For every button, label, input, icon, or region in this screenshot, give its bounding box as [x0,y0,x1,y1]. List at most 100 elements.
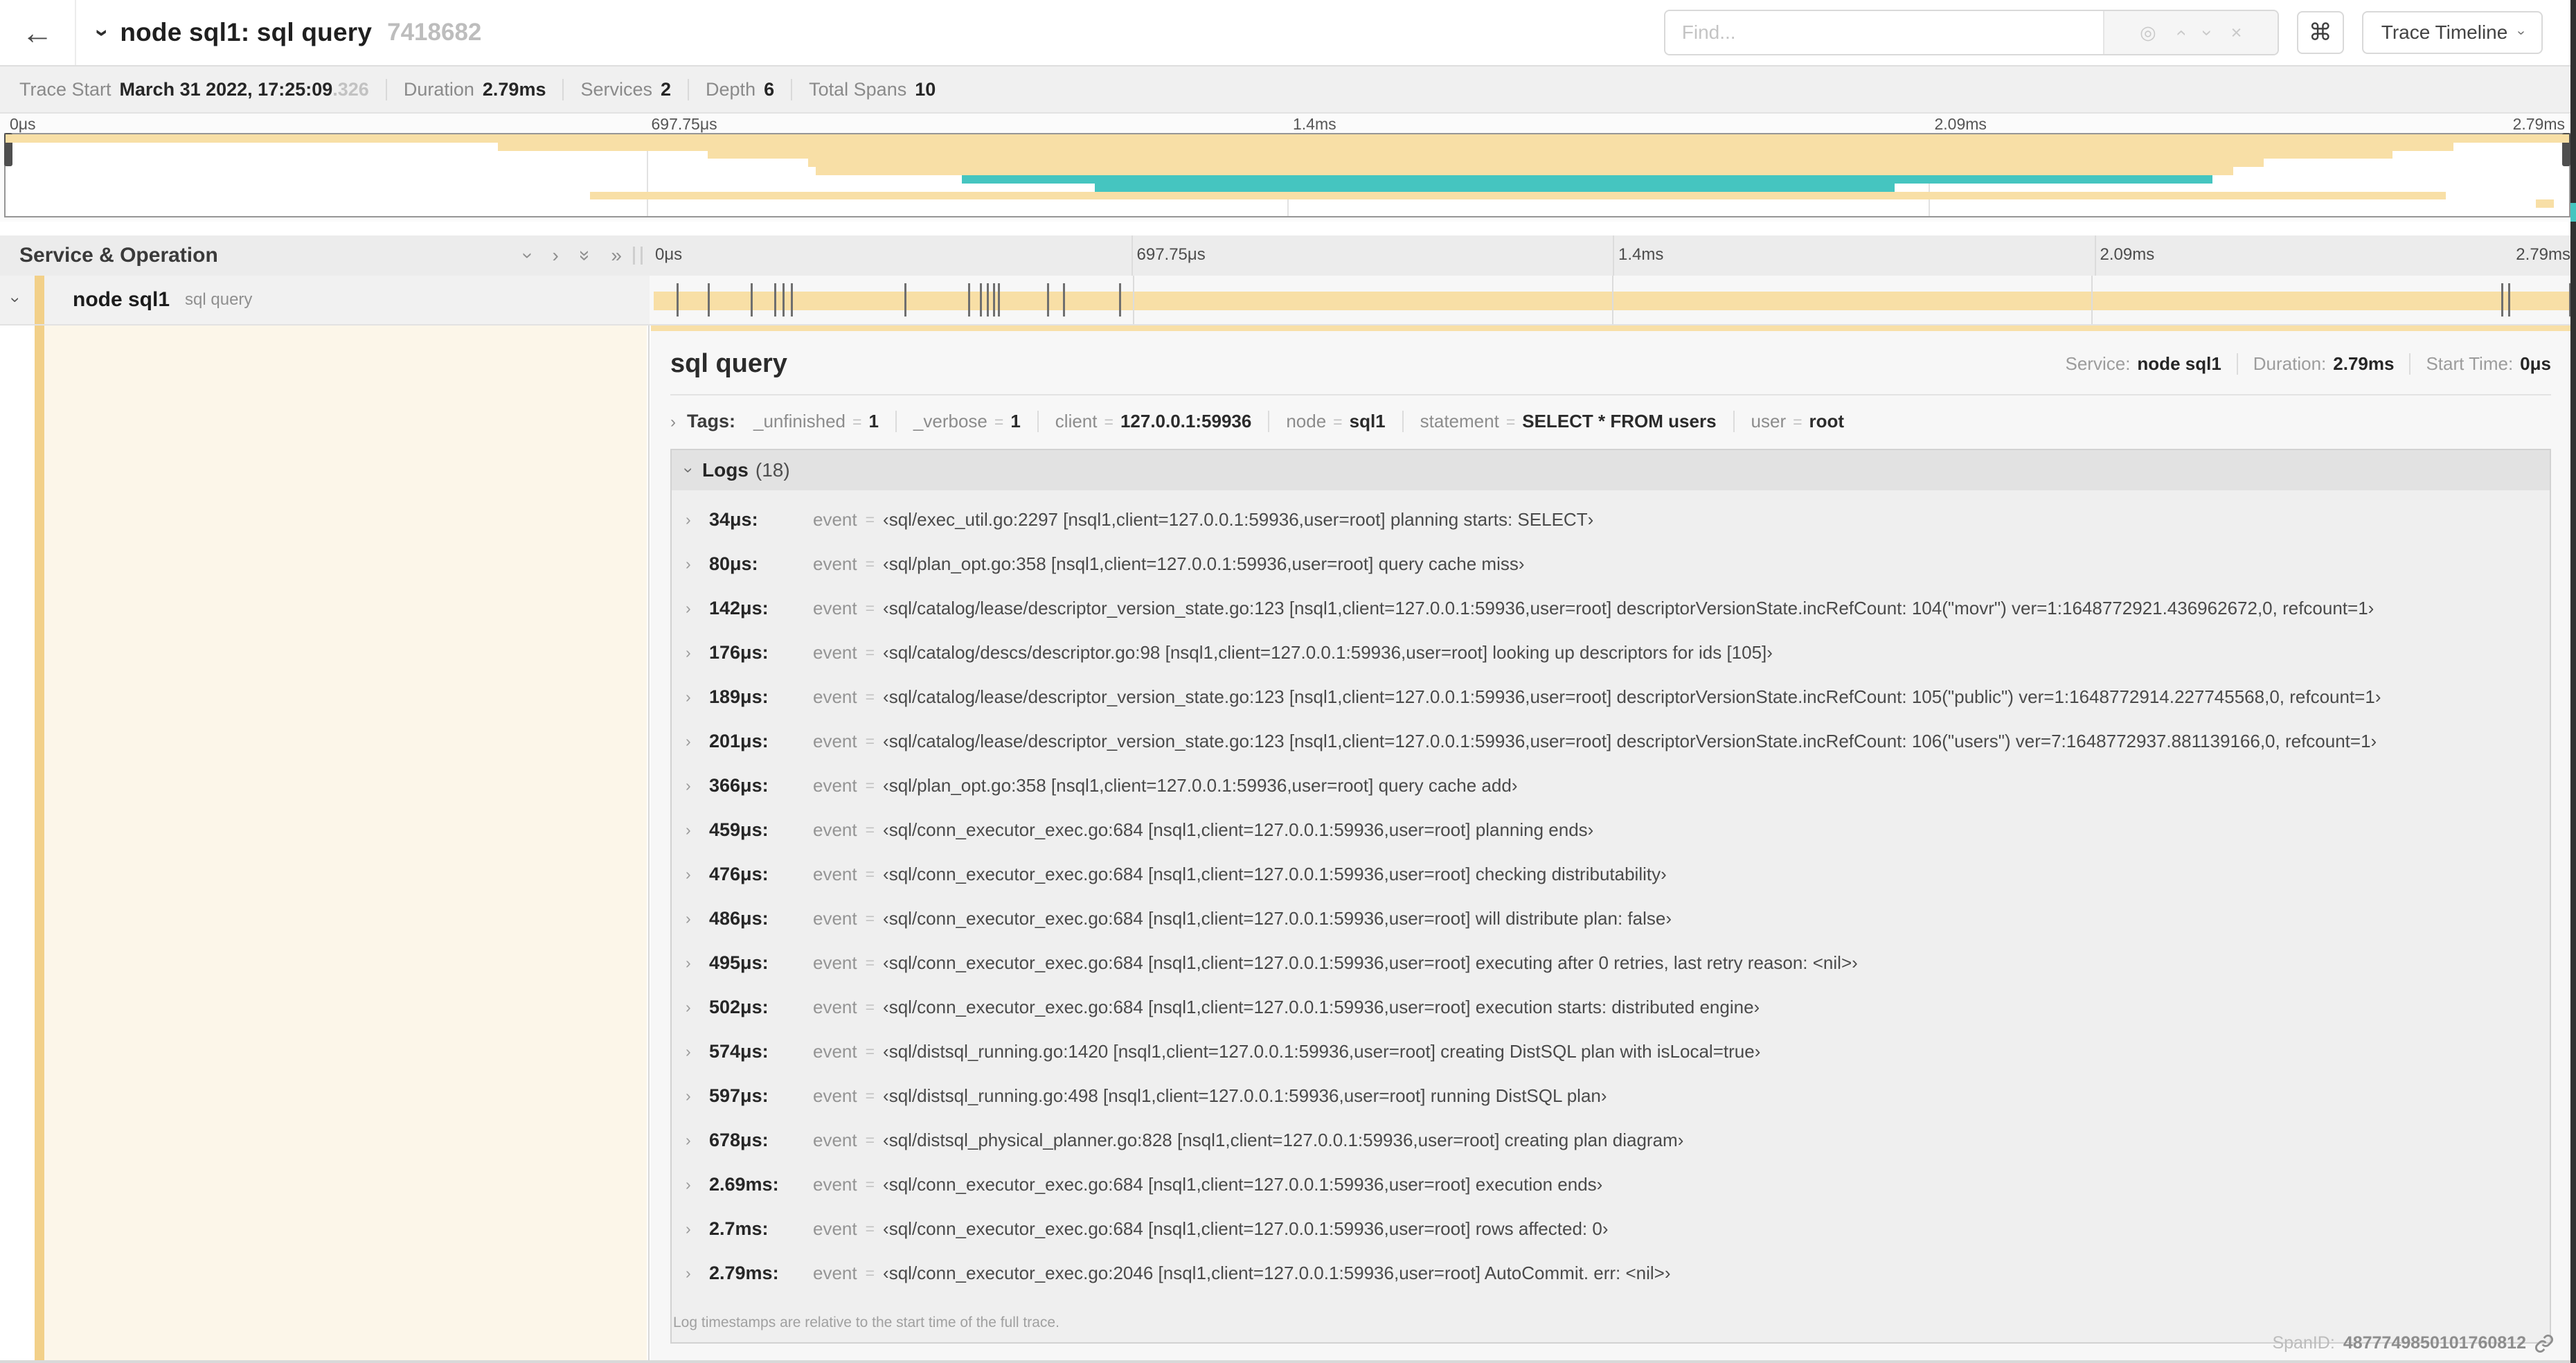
log-entry[interactable]: › 2.79ms: event = ‹sql/conn_executor_exe… [686,1251,2543,1295]
span-log-marker[interactable] [773,283,776,317]
span-log-marker[interactable] [676,283,679,317]
span-log-marker[interactable] [2507,283,2510,317]
chevron-right-icon[interactable]: › [686,909,709,928]
tag-value: 1 [1010,411,1021,431]
span-log-marker[interactable] [2501,283,2503,317]
log-entry[interactable]: › 678μs: event = ‹sql/distsql_physical_p… [686,1118,2543,1162]
log-field-key: event [813,1262,857,1283]
span-meta-label: Duration: [2253,353,2327,374]
minimap-span-bar[interactable] [708,150,2392,159]
span-log-marker[interactable] [968,283,971,317]
log-entry[interactable]: › 201μs: event = ‹sql/catalog/lease/desc… [686,719,2543,763]
find-group: ◎ › › × [1663,10,2279,55]
log-entry[interactable]: › 142μs: event = ‹sql/catalog/lease/desc… [686,586,2543,630]
log-entry[interactable]: › 366μs: event = ‹sql/plan_opt.go:358 [n… [686,763,2543,808]
chevron-right-icon[interactable]: › [686,998,709,1017]
view-selector-button[interactable]: Trace Timeline › [2361,11,2543,54]
chevron-right-icon[interactable]: › [686,732,709,751]
log-entry[interactable]: › 176μs: event = ‹sql/catalog/descs/desc… [686,630,2543,675]
collapse-trace-chevron-icon[interactable]: › [89,28,116,36]
span-row-graph-cell[interactable] [650,276,2576,324]
find-next-icon[interactable]: › [2197,30,2218,36]
expand-one-icon[interactable]: › [553,244,559,267]
collapse-one-icon[interactable]: › [517,252,539,258]
minimap-span-bar[interactable] [6,134,2569,143]
span-meta-item: Start Time: 0μs [2409,353,2551,375]
log-entry[interactable]: › 476μs: event = ‹sql/conn_executor_exec… [686,852,2543,896]
minimap-span-bar[interactable] [2535,199,2554,208]
column-resizer[interactable] [633,247,643,265]
span-log-marker[interactable] [1118,283,1121,317]
chevron-right-icon[interactable]: › [686,865,709,884]
minimap-span-bar[interactable] [961,175,2213,184]
deep-link-icon[interactable] [2534,1334,2554,1353]
log-equals: = [865,731,875,750]
log-field-value: ‹sql/distsql_running.go:1420 [nsql1,clie… [883,1040,1761,1062]
log-entry[interactable]: › 486μs: event = ‹sql/conn_executor_exec… [686,896,2543,941]
span-log-marker[interactable] [998,283,1001,317]
log-entry[interactable]: › 2.69ms: event = ‹sql/conn_executor_exe… [686,1162,2543,1206]
log-entry[interactable]: › 574μs: event = ‹sql/distsql_running.go… [686,1029,2543,1074]
log-entry[interactable]: › 495μs: event = ‹sql/conn_executor_exec… [686,941,2543,985]
chevron-right-icon[interactable]: › [686,821,709,839]
chevron-right-icon[interactable]: › [686,688,709,706]
chevron-right-icon[interactable]: › [670,413,676,432]
chevron-right-icon[interactable]: › [686,1220,709,1238]
chevron-right-icon[interactable]: › [686,1264,709,1283]
span-meta-label: Start Time: [2426,353,2514,374]
span-log-marker[interactable] [980,283,983,317]
chevron-right-icon[interactable]: › [686,555,709,573]
back-button[interactable]: ← [0,0,76,65]
locate-icon[interactable]: ◎ [2140,22,2156,44]
minimap-span-bar[interactable] [815,167,2234,175]
span-row-name-cell[interactable]: › node sql1 sql query [0,276,650,324]
chevron-right-icon[interactable]: › [686,599,709,618]
span-log-marker[interactable] [987,283,990,317]
log-entry[interactable]: › 459μs: event = ‹sql/conn_executor_exec… [686,808,2543,852]
log-entry[interactable]: › 34μs: event = ‹sql/exec_util.go:2297 [… [686,497,2543,542]
logs-title: Logs [702,459,749,481]
find-previous-icon[interactable]: › [2170,30,2191,36]
minimap-span-bar[interactable] [807,159,2264,168]
log-entry[interactable]: › 80μs: event = ‹sql/plan_opt.go:358 [ns… [686,542,2543,586]
service-operation-header: Service & Operation › › » » [0,235,650,276]
log-field-key: event [813,730,857,751]
chevron-right-icon[interactable]: › [686,1131,709,1150]
find-input[interactable] [1665,11,2103,54]
clear-find-icon[interactable]: × [2231,22,2242,44]
span-log-marker[interactable] [1063,283,1066,317]
minimap-span-bar[interactable] [1095,183,1895,192]
chevron-right-icon[interactable]: › [686,643,709,662]
span-log-marker[interactable] [1047,283,1050,317]
span-service-name: node sql1 [73,288,170,311]
span-log-marker[interactable] [993,283,996,317]
log-entry[interactable]: › 502μs: event = ‹sql/conn_executor_exec… [686,985,2543,1029]
collapse-all-icon[interactable]: » [574,250,596,261]
expand-all-icon[interactable]: » [611,244,622,267]
keyboard-shortcuts-button[interactable]: ⌘ [2296,11,2344,54]
span-log-marker[interactable] [750,283,753,317]
log-entry[interactable]: › 2.7ms: event = ‹sql/conn_executor_exec… [686,1206,2543,1251]
chevron-right-icon[interactable]: › [686,1175,709,1194]
tag-key: client [1055,411,1098,431]
minimap-canvas[interactable] [4,133,2570,217]
log-entry[interactable]: › 597μs: event = ‹sql/distsql_running.go… [686,1074,2543,1118]
span-log-marker[interactable] [708,283,710,317]
chevron-right-icon[interactable]: › [686,954,709,972]
log-entry[interactable]: › 189μs: event = ‹sql/catalog/lease/desc… [686,675,2543,719]
logs-header[interactable]: › Logs (18) [672,450,2550,490]
span-log-marker[interactable] [782,283,785,317]
span-log-marker[interactable] [904,283,907,317]
tags-row[interactable]: › Tags: _unfinished = 1 _verbose = 1 cli… [670,411,2551,432]
chevron-right-icon[interactable]: › [686,776,709,795]
log-timestamp: 502μs: [709,996,769,1017]
span-expander-icon[interactable]: › [6,297,25,303]
span-row[interactable]: › node sql1 sql query [0,276,2576,326]
chevron-right-icon[interactable]: › [686,1042,709,1061]
chevron-right-icon[interactable]: › [686,1087,709,1105]
tags-label: Tags: [687,411,736,431]
minimap-span-bar[interactable] [590,191,2447,200]
minimap-span-bar[interactable] [497,142,2454,151]
chevron-right-icon[interactable]: › [686,510,709,529]
span-log-marker[interactable] [791,283,794,317]
